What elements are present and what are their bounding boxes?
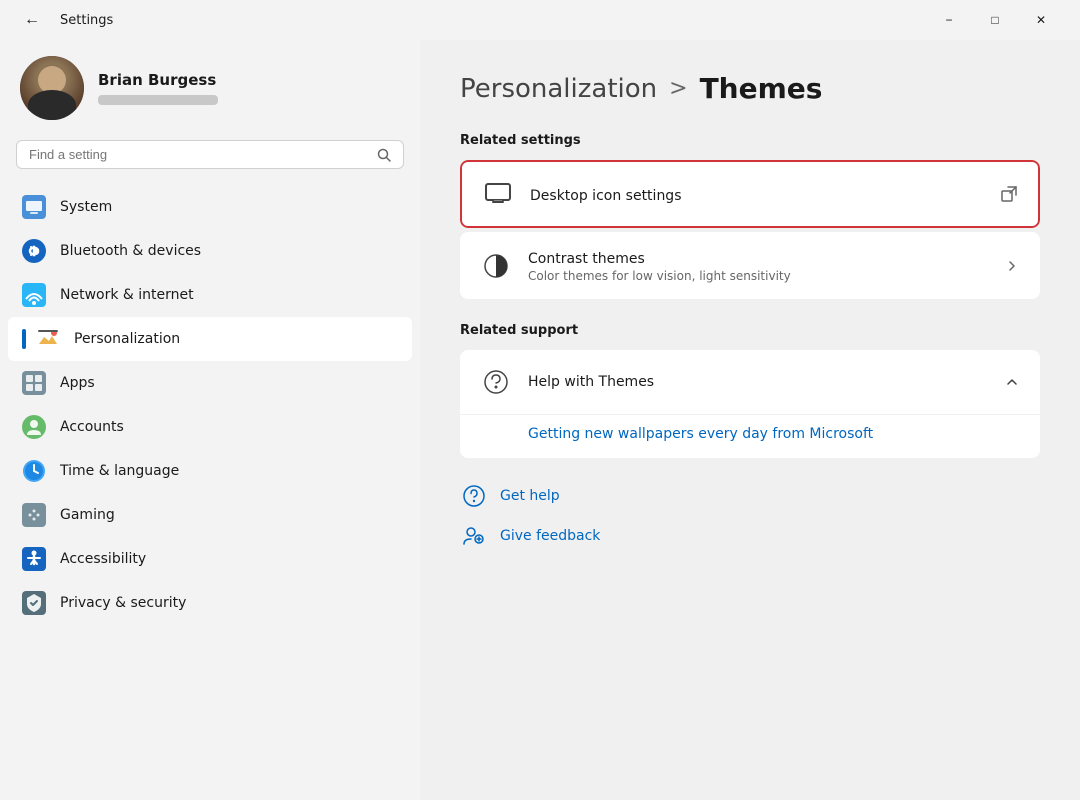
get-help-icon: [460, 482, 488, 510]
apps-icon: [22, 371, 46, 395]
get-help-item[interactable]: Get help: [460, 482, 1040, 510]
gaming-icon: [22, 503, 46, 527]
bottom-links: Get help Give feedback: [460, 482, 1040, 550]
user-name: Brian Burgess: [98, 71, 218, 89]
network-icon: [22, 283, 46, 307]
external-link-icon: [1000, 185, 1018, 203]
back-button[interactable]: ←: [16, 7, 48, 33]
sidebar-item-label: Privacy & security: [60, 595, 186, 611]
sidebar-item-accounts[interactable]: Accounts: [8, 405, 412, 449]
desktop-icon-settings-title: Desktop icon settings: [530, 188, 682, 204]
contrast-themes-card: Contrast themes Color themes for low vis…: [460, 232, 1040, 299]
accounts-icon: [22, 415, 46, 439]
window-controls: − □ ✕: [926, 4, 1064, 36]
minimize-button[interactable]: −: [926, 4, 972, 36]
contrast-themes-subtitle: Color themes for low vision, light sensi…: [528, 269, 988, 283]
help-icon: [480, 366, 512, 398]
sidebar-item-accessibility[interactable]: Accessibility: [8, 537, 412, 581]
wallpaper-link[interactable]: Getting new wallpapers every day from Mi…: [528, 426, 873, 442]
app-body: Brian Burgess: [0, 40, 1080, 800]
sidebar-item-label: Apps: [60, 375, 95, 391]
desktop-icon-settings-card: Desktop icon settings: [460, 160, 1040, 228]
related-settings-label: Related settings: [460, 133, 1040, 148]
breadcrumb-parent: Personalization: [460, 74, 657, 104]
sidebar-item-system[interactable]: System: [8, 185, 412, 229]
sidebar-item-apps[interactable]: Apps: [8, 361, 412, 405]
desktop-icon-settings-row[interactable]: Desktop icon settings: [460, 160, 1040, 228]
user-subtitle-bar: [98, 95, 218, 105]
sidebar-item-label: Accessibility: [60, 551, 146, 567]
contrast-themes-row[interactable]: Contrast themes Color themes for low vis…: [460, 232, 1040, 299]
time-icon: [22, 459, 46, 483]
search-area: [0, 140, 420, 185]
sidebar-item-network[interactable]: Network & internet: [8, 273, 412, 317]
sidebar-item-gaming[interactable]: Gaming: [8, 493, 412, 537]
help-themes-card: Help with Themes Getting new wallpapers …: [460, 350, 1040, 458]
related-support-label: Related support: [460, 323, 1040, 338]
give-feedback-item[interactable]: Give feedback: [460, 522, 1040, 550]
desktop-icon: [482, 178, 514, 210]
sidebar: Brian Burgess: [0, 40, 420, 800]
nav-list: System 𝚽 Bluetooth & devices: [0, 185, 420, 625]
accessibility-icon: [22, 547, 46, 571]
sidebar-item-label: Network & internet: [60, 287, 194, 303]
personalization-icon: [36, 327, 60, 351]
help-themes-title: Help with Themes: [528, 374, 988, 390]
title-bar: ← Settings − □ ✕: [0, 0, 1080, 40]
contrast-themes-content: Contrast themes Color themes for low vis…: [528, 248, 988, 283]
main-content: Personalization > Themes Related setting…: [420, 40, 1080, 800]
sidebar-item-privacy[interactable]: Privacy & security: [8, 581, 412, 625]
privacy-icon: [22, 591, 46, 615]
related-settings-section: Related settings Desktop icon settings: [460, 133, 1040, 299]
system-icon: [22, 195, 46, 219]
give-feedback-icon: [460, 522, 488, 550]
chevron-right-icon: [1004, 258, 1020, 274]
breadcrumb-current: Themes: [700, 72, 823, 105]
sidebar-item-label: Personalization: [74, 331, 180, 347]
sidebar-item-label: Accounts: [60, 419, 124, 435]
maximize-button[interactable]: □: [972, 4, 1018, 36]
user-info: Brian Burgess: [98, 71, 218, 105]
breadcrumb-arrow: >: [669, 76, 687, 101]
contrast-themes-title: Contrast themes: [528, 251, 645, 267]
sidebar-item-label: System: [60, 199, 112, 215]
related-support-section: Related support Help with Themes: [460, 323, 1040, 458]
sidebar-item-bluetooth[interactable]: 𝚽 Bluetooth & devices: [8, 229, 412, 273]
close-button[interactable]: ✕: [1018, 4, 1064, 36]
avatar: [20, 56, 84, 120]
bluetooth-icon: 𝚽: [22, 239, 46, 263]
sidebar-item-label: Bluetooth & devices: [60, 243, 201, 259]
contrast-icon: [480, 250, 512, 282]
help-themes-row[interactable]: Help with Themes: [460, 350, 1040, 414]
get-help-label: Get help: [500, 488, 560, 504]
sidebar-item-time[interactable]: Time & language: [8, 449, 412, 493]
sidebar-item-label: Time & language: [60, 463, 179, 479]
window-title: Settings: [60, 13, 113, 28]
avatar-image: [20, 56, 84, 120]
desktop-icon-settings-content: Desktop icon settings: [530, 185, 984, 204]
give-feedback-label: Give feedback: [500, 528, 600, 544]
help-themes-expanded: Getting new wallpapers every day from Mi…: [460, 414, 1040, 458]
search-box[interactable]: [16, 140, 404, 169]
breadcrumb: Personalization > Themes: [460, 72, 1040, 105]
user-profile[interactable]: Brian Burgess: [0, 40, 420, 140]
search-input[interactable]: [29, 147, 369, 162]
active-indicator: [22, 329, 26, 349]
chevron-up-icon: [1004, 374, 1020, 390]
sidebar-item-personalization[interactable]: Personalization: [8, 317, 412, 361]
sidebar-item-label: Gaming: [60, 507, 115, 523]
search-icon: [377, 148, 391, 162]
